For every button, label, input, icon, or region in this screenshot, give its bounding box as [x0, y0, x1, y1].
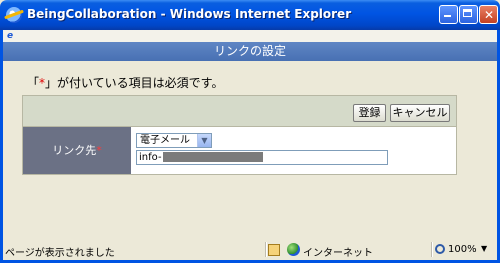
globe-icon [287, 243, 300, 256]
link-target-label: リンク先* [23, 127, 131, 174]
link-settings-form: 登録 キャンセル リンク先* 電子メール ▼ info- [22, 95, 457, 175]
minimize-icon [444, 15, 451, 17]
cancel-button[interactable]: キャンセル [390, 104, 450, 122]
security-zone: インターネット [303, 248, 373, 259]
zoom-level[interactable]: 100% [448, 244, 477, 255]
window-title: BeingCollaboration - Windows Internet Ex… [27, 7, 352, 21]
chevron-down-icon[interactable]: ▼ [481, 244, 487, 253]
required-note: 「*」が付いている項目は必須です。 [27, 76, 224, 90]
close-icon: ✕ [484, 8, 495, 22]
status-bar: ページが表示されました インターネット 100% ▼ [0, 240, 500, 263]
address-strip: e [0, 30, 500, 42]
status-separator [431, 242, 433, 257]
maximize-button[interactable] [459, 5, 478, 24]
save-button[interactable]: 登録 [353, 104, 386, 122]
minimize-button[interactable] [439, 5, 458, 24]
link-target-row: リンク先* 電子メール ▼ info- [23, 127, 456, 174]
link-address-input[interactable]: info- [136, 150, 388, 165]
link-target-field: 電子メール ▼ info- [131, 127, 456, 174]
status-text: ページが表示されました [5, 248, 115, 259]
redacted-text [162, 152, 263, 162]
zoom-icon[interactable] [435, 244, 445, 254]
lock-icon [268, 244, 280, 256]
chevron-down-icon[interactable]: ▼ [197, 134, 211, 147]
page-content: リンクの設定 「*」が付いている項目は必須です。 登録 キャンセル リンク先* … [0, 42, 500, 240]
page-icon: e [7, 31, 14, 41]
required-mark: * [96, 144, 102, 157]
window-titlebar[interactable]: BeingCollaboration - Windows Internet Ex… [0, 0, 500, 30]
status-separator [265, 242, 267, 257]
page-title: リンクの設定 [3, 42, 497, 61]
close-button[interactable]: ✕ [479, 5, 498, 24]
form-toolbar: 登録 キャンセル [23, 96, 456, 127]
maximize-icon [463, 9, 472, 17]
internet-explorer-icon [6, 7, 22, 23]
link-type-select[interactable]: 電子メール ▼ [136, 133, 212, 148]
